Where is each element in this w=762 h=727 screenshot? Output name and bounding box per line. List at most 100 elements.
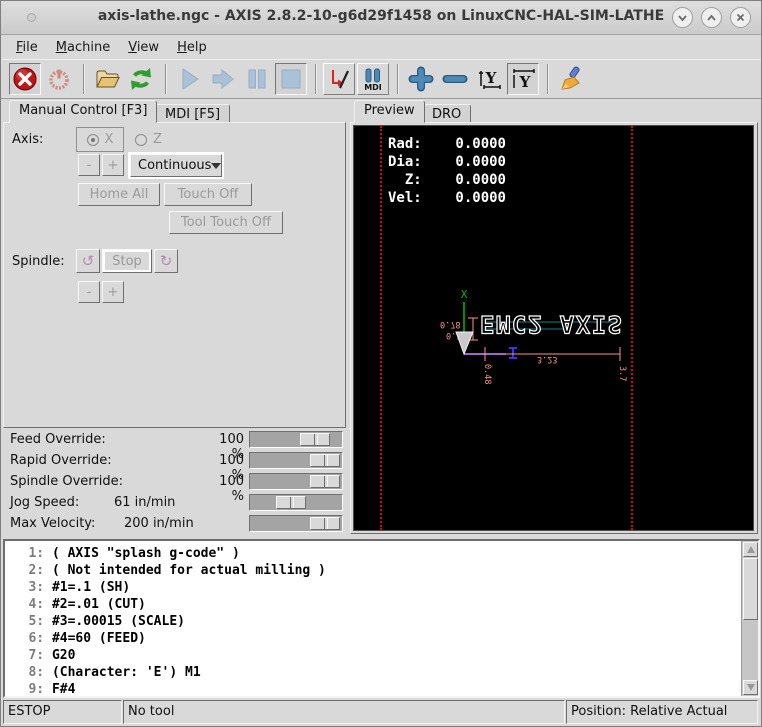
spindle-stop-button[interactable]: Stop xyxy=(102,249,152,273)
menu-view[interactable]: View xyxy=(119,38,168,57)
gcode-line[interactable]: 2:( Not intended for actual milling ) xyxy=(5,562,758,579)
scroll-down-button[interactable] xyxy=(743,680,758,695)
spindle-plus-button[interactable]: + xyxy=(102,281,124,303)
spindle-ccw-button[interactable]: ↺ xyxy=(76,249,100,273)
run-from-line-button[interactable] xyxy=(323,63,355,95)
stop-icon xyxy=(278,66,304,92)
axis-window: axis-lathe.ngc - AXIS 2.8.2-10-g6d29f145… xyxy=(0,0,762,727)
titlebar: axis-lathe.ngc - AXIS 2.8.2-10-g6d29f145… xyxy=(1,1,761,35)
tool-touch-off-button[interactable]: Tool Touch Off xyxy=(169,211,283,234)
jog-minus-button[interactable]: - xyxy=(78,154,100,176)
triangle-down-icon xyxy=(747,684,755,691)
reload-icon xyxy=(128,66,154,92)
slider-handle[interactable] xyxy=(310,454,340,467)
slider-handle[interactable] xyxy=(310,517,340,530)
step-icon xyxy=(210,66,236,92)
scroll-up-button[interactable] xyxy=(743,542,758,557)
feed-override-label: Feed Override: xyxy=(10,432,106,447)
estop-button[interactable] xyxy=(9,63,41,95)
gcode-line[interactable]: 3:#1=.1 (SH) xyxy=(5,579,758,596)
axis-x-radio[interactable]: X xyxy=(76,127,124,152)
manual-control-panel: Axis: X Z - + Continuous Home All Touch … xyxy=(3,122,346,428)
slider-handle[interactable] xyxy=(310,475,340,488)
tab-manual-control[interactable]: Manual Control [F3] xyxy=(9,100,157,123)
run-icon xyxy=(176,66,202,92)
gcode-line[interactable]: 8:(Character: 'E') M1 xyxy=(5,664,758,681)
spindle-minus-button[interactable]: - xyxy=(78,281,100,303)
view-y2-button[interactable]: Y xyxy=(507,63,539,95)
gcode-line[interactable]: 7:G20 xyxy=(5,647,758,664)
rotate-ccw-icon: ↺ xyxy=(82,252,95,270)
minimize-button[interactable] xyxy=(672,7,693,28)
preview-panel: Rad:0.0000 Dia:0.0000 Z:0.0000 Vel:0.000… xyxy=(350,122,758,534)
slider-handle[interactable] xyxy=(276,496,306,509)
machine-power-button[interactable] xyxy=(43,63,75,95)
close-button[interactable] xyxy=(730,7,751,28)
tool-cone-icon xyxy=(456,332,473,354)
svg-text:0.78: 0.78 xyxy=(440,319,460,329)
menu-file[interactable]: File xyxy=(7,38,47,57)
jog-plus-button[interactable]: + xyxy=(102,154,124,176)
view-y2-icon: Y xyxy=(510,66,536,92)
spindle-label: Spindle: xyxy=(12,254,65,269)
jog-speed-slider[interactable] xyxy=(249,494,343,511)
spindle-override-label: Spindle Override: xyxy=(10,474,123,489)
max-velocity-label: Max Velocity: xyxy=(10,516,95,531)
status-position-mode: Position: Relative Actual xyxy=(566,700,758,724)
menu-help[interactable]: Help xyxy=(168,38,216,57)
rapid-override-slider[interactable] xyxy=(249,452,343,469)
close-icon xyxy=(735,12,746,23)
zoom-out-button[interactable] xyxy=(439,63,471,95)
jog-mode-select[interactable]: Continuous xyxy=(130,154,222,177)
pause-button[interactable] xyxy=(241,63,273,95)
gcode-scrollbar[interactable] xyxy=(741,541,758,696)
machine-power-icon xyxy=(46,66,72,92)
chevron-down-icon xyxy=(211,155,221,176)
max-velocity-row: Max Velocity: 200 in/min xyxy=(1,514,346,534)
axis-z-radio[interactable]: Z xyxy=(135,132,162,147)
home-all-button[interactable]: Home All xyxy=(78,183,160,206)
gcode-line[interactable]: 5:#3=.00015 (SCALE) xyxy=(5,613,758,630)
spindle-override-slider[interactable] xyxy=(249,473,343,490)
step-button[interactable] xyxy=(207,63,239,95)
toolbar-separator xyxy=(547,64,549,94)
gcode-line[interactable]: 1:( AXIS "splash g-code" ) xyxy=(5,545,758,562)
open-file-button[interactable] xyxy=(91,63,123,95)
run-button[interactable] xyxy=(173,63,205,95)
estop-icon xyxy=(12,66,38,92)
gcode-line[interactable]: 4:#2=.01 (CUT) xyxy=(5,596,758,613)
mdi-button[interactable]: MDI xyxy=(357,63,389,95)
scrollbar-thumb[interactable] xyxy=(743,558,758,620)
stop-button[interactable] xyxy=(275,63,307,95)
touch-off-button[interactable]: Touch Off xyxy=(164,183,252,206)
triangle-up-icon xyxy=(747,546,755,553)
zoom-out-icon xyxy=(442,66,468,92)
gcode-listing[interactable]: 1:( AXIS "splash g-code" ) 2:( Not inten… xyxy=(3,539,760,698)
max-velocity-slider[interactable] xyxy=(249,515,343,532)
jog-speed-value: 61 in/min xyxy=(114,495,175,510)
zoom-in-button[interactable] xyxy=(405,63,437,95)
gcode-line[interactable]: 6:#4=60 (FEED) xyxy=(5,630,758,647)
svg-text:Y: Y xyxy=(485,69,497,87)
rapid-override-row: Rapid Override: 100 % xyxy=(1,451,346,471)
spindle-cw-button[interactable]: ↻ xyxy=(154,249,178,273)
clear-plot-button[interactable] xyxy=(555,63,587,95)
spindle-override-row: Spindle Override: 100 % xyxy=(1,472,346,492)
view-y-icon: Y xyxy=(476,66,502,92)
preview-canvas[interactable]: Rad:0.0000 Dia:0.0000 Z:0.0000 Vel:0.000… xyxy=(353,125,754,531)
feed-override-slider[interactable] xyxy=(249,431,343,448)
reload-button[interactable] xyxy=(125,63,157,95)
feed-override-row: Feed Override: 100 % xyxy=(1,430,346,450)
status-machine-state: ESTOP xyxy=(3,700,122,724)
svg-text:MDI: MDI xyxy=(364,83,382,92)
clear-plot-brush-icon xyxy=(557,66,585,92)
toolbar-separator xyxy=(315,64,317,94)
tab-preview[interactable]: Preview xyxy=(354,100,425,123)
slider-handle[interactable] xyxy=(300,433,330,446)
gcode-line[interactable]: 9:F#4 xyxy=(5,681,758,698)
menu-machine[interactable]: Machine xyxy=(47,38,119,57)
view-y-button[interactable]: Y xyxy=(473,63,505,95)
z-marker-icon xyxy=(509,348,517,358)
maximize-button[interactable] xyxy=(701,7,722,28)
zoom-in-icon xyxy=(408,66,434,92)
